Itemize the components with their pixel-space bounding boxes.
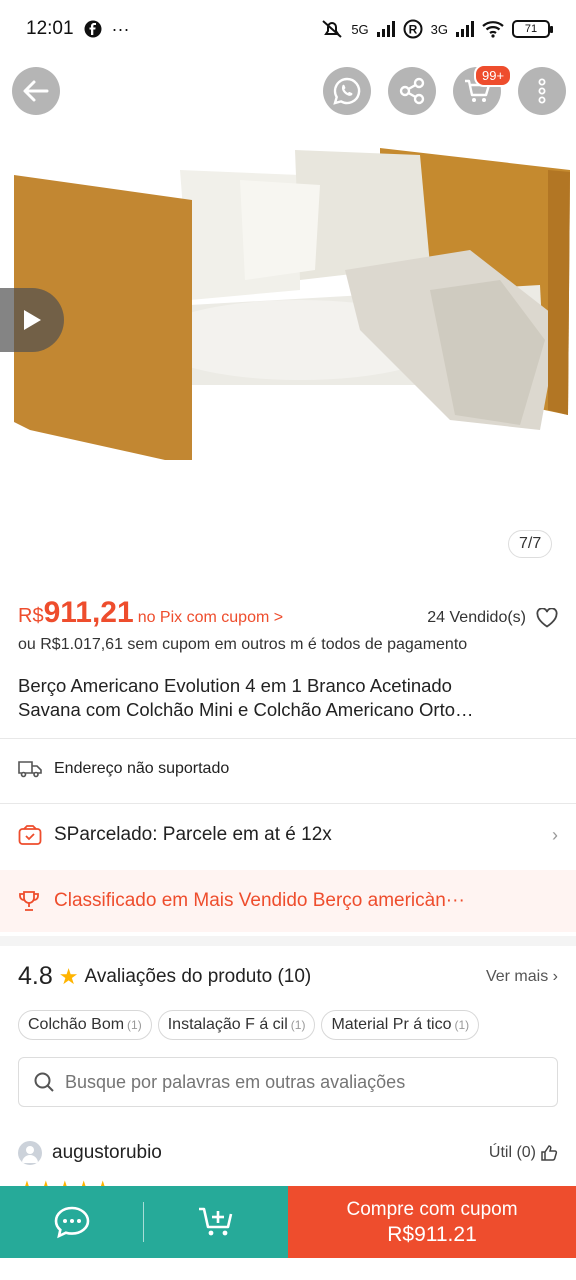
reviewer-name: augustorubio xyxy=(52,1142,162,1163)
ranking-label: Classificado em Mais Vendido Berço ameri… xyxy=(54,890,465,911)
review-tag[interactable]: Colchão Bom (1) xyxy=(18,1010,152,1040)
battery-icon: 71 xyxy=(512,20,553,38)
chat-button[interactable] xyxy=(0,1205,143,1239)
installments-row[interactable]: SParcelado: Parcele em at é 12x › xyxy=(18,824,558,846)
registered-icon: R xyxy=(403,19,423,39)
buy-with-coupon-button[interactable]: Compre com cupom R$911.21 xyxy=(288,1186,576,1258)
review-tag[interactable]: Material Pr á tico (1) xyxy=(321,1010,480,1040)
see-more-link[interactable]: Ver mais › xyxy=(486,968,558,986)
product-title: Berço Americano Evolution 4 em 1 Branco … xyxy=(18,674,558,722)
reviews-header: 4.8 ★ Avaliações do produto (10) Ver mai… xyxy=(18,962,558,991)
more-notifications-icon: ··· xyxy=(111,18,130,39)
thumbs-up-icon xyxy=(541,1145,558,1161)
sold-label: 24 Vendido(s) xyxy=(427,609,526,626)
back-button[interactable] xyxy=(12,67,60,115)
review-search-box[interactable] xyxy=(18,1057,558,1107)
signal-5g-label: 5G xyxy=(351,21,369,37)
add-to-cart-icon xyxy=(198,1207,232,1236)
divider xyxy=(0,803,576,804)
tag-count: (1) xyxy=(127,1018,142,1032)
tag-count: (1) xyxy=(290,1018,306,1032)
bottom-action-bar: Compre com cupom R$911.21 xyxy=(0,1186,576,1258)
product-title-line-1: Berço Americano Evolution 4 em 1 Branco … xyxy=(18,675,452,696)
ranking-banner[interactable]: Classificado em Mais Vendido Berço ameri… xyxy=(0,870,576,932)
useful-label: Útil (0) xyxy=(488,1144,536,1161)
search-icon xyxy=(34,1072,54,1092)
useful-button[interactable]: Útil (0) xyxy=(489,1144,558,1162)
signal-bars-2-icon xyxy=(456,21,474,37)
tag-count: (1) xyxy=(454,1018,470,1032)
signal-3g-label: 3G xyxy=(430,21,448,37)
price-currency: R$ xyxy=(18,605,44,627)
heart-icon[interactable] xyxy=(536,608,558,628)
signal-bars-icon xyxy=(376,21,395,37)
add-to-cart-button[interactable] xyxy=(143,1205,288,1239)
see-more-label: Ver mais xyxy=(485,967,549,985)
chevron-right-icon: › xyxy=(552,967,558,985)
share-button[interactable] xyxy=(388,67,436,115)
whatsapp-icon xyxy=(333,77,361,105)
star-icon: ★ xyxy=(58,963,79,989)
sold-count: 24 Vendido(s) xyxy=(427,608,558,628)
product-image xyxy=(14,148,570,485)
status-bar: 12:01 ··· 5G R 3G 71 xyxy=(0,0,576,58)
svg-text:R: R xyxy=(408,23,417,37)
system-nav-bar xyxy=(0,1258,576,1280)
price-value: 911,21 xyxy=(43,596,134,629)
whatsapp-share-button[interactable] xyxy=(323,67,371,115)
price-row: R$ 911,21 no Pix com cupom > 24 Vendido(… xyxy=(18,596,558,630)
divider xyxy=(0,738,576,739)
share-icon xyxy=(399,77,425,105)
mute-icon xyxy=(321,19,343,39)
shipping-label: Endereço não suportado xyxy=(54,760,230,777)
divider xyxy=(143,1202,144,1242)
alternate-price: ou R$1.017,61 sem cupom em outros m é to… xyxy=(18,636,468,653)
tag-label: Instalação F á cil xyxy=(167,1016,288,1033)
reviews-title: Avaliações do produto (10) xyxy=(84,965,312,987)
play-video-button[interactable] xyxy=(0,288,64,352)
more-options-button[interactable] xyxy=(518,67,566,115)
avatar xyxy=(18,1141,42,1165)
cart-count-badge: 99+ xyxy=(474,64,513,87)
rating-value: 4.8 xyxy=(18,962,53,990)
buy-label: Compre com cupom xyxy=(346,1199,518,1220)
review-search-input[interactable] xyxy=(65,1071,525,1093)
play-icon xyxy=(24,310,41,330)
image-counter: 7/7 xyxy=(508,530,553,558)
chat-icon xyxy=(54,1206,89,1239)
arrow-left-icon xyxy=(23,80,49,102)
kebab-menu-icon xyxy=(538,78,546,104)
clock: 12:01 xyxy=(26,18,74,39)
buy-amount: R$911.21 xyxy=(387,1223,477,1246)
shipping-row[interactable]: Endereço não suportado xyxy=(18,760,558,778)
installment-icon xyxy=(18,825,42,845)
bottom-left-actions xyxy=(0,1186,288,1258)
wifi-icon xyxy=(482,20,504,38)
facebook-icon xyxy=(84,20,102,38)
product-gallery[interactable]: 99+ 7/7 xyxy=(0,0,576,582)
tag-label: Colchão Bom xyxy=(28,1016,125,1033)
product-title-line-2: Savana com Colchão Mini e Colchão Americ… xyxy=(18,699,474,720)
review-author-row: augustorubio Útil (0) xyxy=(18,1141,558,1165)
chevron-right-icon: › xyxy=(552,824,558,845)
trophy-icon xyxy=(19,891,39,911)
pix-coupon-link[interactable]: no Pix com cupom > xyxy=(138,609,283,627)
section-separator xyxy=(0,936,576,946)
truck-icon xyxy=(18,761,42,778)
review-tags: Colchão Bom (1) Instalação F á cil (1) Mat… xyxy=(18,1010,563,1040)
review-tag[interactable]: Instalação F á cil (1) xyxy=(157,1010,316,1040)
installments-label: SParcelado: Parcele em at é 12x xyxy=(54,824,332,845)
tag-label: Material Pr á tico xyxy=(331,1016,452,1033)
